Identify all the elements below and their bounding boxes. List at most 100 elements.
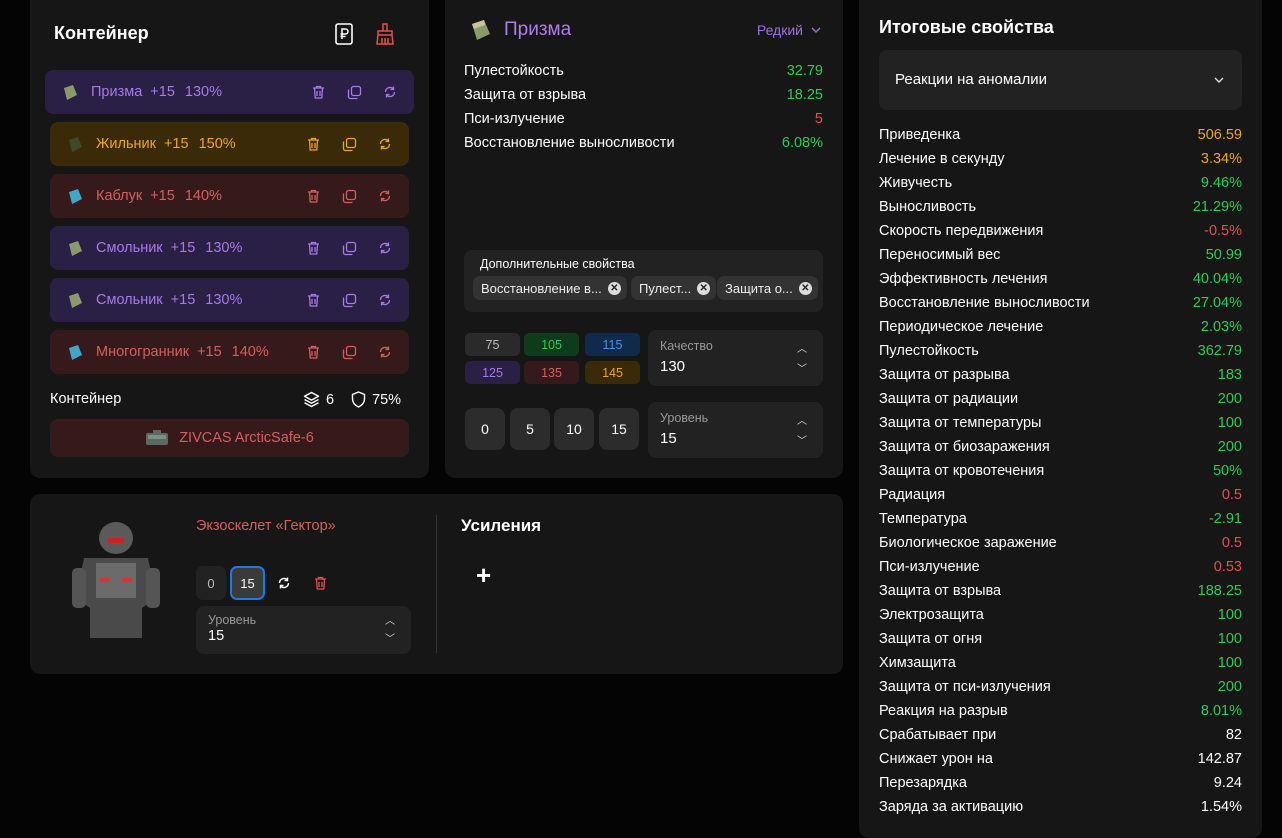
- quality-select[interactable]: Качество 130 ︿ ﹀: [648, 330, 823, 386]
- artifact-stat-row: Восстановление выносливости 6.08%: [464, 135, 823, 151]
- chevron-up-icon[interactable]: ︿: [797, 340, 807, 355]
- property-chip[interactable]: Восстановление в... ✕: [473, 276, 627, 300]
- artifact-quality: 140%: [231, 344, 269, 360]
- chevron-down-icon[interactable]: ﹀: [797, 360, 807, 375]
- total-properties-panel: Итоговые свойства Реакции на аномалии Пр…: [859, 0, 1262, 838]
- property-chip[interactable]: Защита о... ✕: [717, 276, 818, 300]
- quality-preset-button[interactable]: 125: [465, 361, 520, 384]
- total-property-row: Защита от радиации 200: [879, 391, 1242, 411]
- level-button[interactable]: 5: [510, 408, 550, 450]
- level-button[interactable]: 0: [465, 408, 505, 450]
- ruble-icon[interactable]: [332, 22, 356, 46]
- chevron-down-icon[interactable]: ﹀: [797, 432, 807, 447]
- property-value: 1.54%: [1200, 799, 1242, 815]
- trash-icon[interactable]: [303, 238, 323, 258]
- property-name: Защита от разрыва: [879, 367, 1010, 383]
- add-boost-button[interactable]: +: [476, 560, 491, 591]
- exo-level-select[interactable]: Уровень 15 ︿ ﹀: [196, 606, 411, 654]
- property-chip[interactable]: Пулест... ✕: [631, 276, 717, 300]
- total-property-row: Лечение в секунду 3.34%: [879, 151, 1242, 171]
- copy-icon[interactable]: [339, 290, 359, 310]
- quality-preset-button[interactable]: 145: [585, 361, 640, 384]
- total-property-row: Температура -2.91: [879, 511, 1242, 531]
- level-button[interactable]: 10: [554, 408, 594, 450]
- quality-preset-button[interactable]: 75: [465, 333, 520, 356]
- trash-icon[interactable]: [308, 82, 328, 102]
- property-value: 0.5: [1221, 487, 1242, 503]
- artifact-row[interactable]: Жильник +15 150%: [50, 122, 409, 166]
- refresh-icon[interactable]: [375, 134, 395, 154]
- stat-name: Пулестойкость: [464, 63, 564, 79]
- artifact-row[interactable]: Смольник +15 130%: [50, 278, 409, 322]
- anomaly-reactions-dropdown[interactable]: Реакции на аномалии: [879, 50, 1242, 110]
- refresh-icon[interactable]: [375, 290, 395, 310]
- total-title: Итоговые свойства: [879, 17, 1054, 37]
- exo-level-15-button[interactable]: 15: [230, 566, 265, 600]
- level-select[interactable]: Уровень 15 ︿ ﹀: [648, 402, 823, 458]
- rarity-dropdown[interactable]: Редкий: [757, 22, 821, 38]
- property-name: Срабатывает при: [879, 727, 997, 743]
- trash-icon[interactable]: [310, 566, 330, 600]
- slots-stat: 6: [303, 391, 334, 408]
- quality-preset-button[interactable]: 115: [585, 333, 640, 356]
- artifact-row[interactable]: Многогранник +15 140%: [50, 330, 409, 374]
- artifact-icon: [64, 237, 86, 259]
- layers-icon: [303, 391, 320, 408]
- refresh-icon[interactable]: [375, 342, 395, 362]
- artifact-row[interactable]: Призма +15 130%: [45, 70, 414, 114]
- quality-preset-button[interactable]: 105: [524, 333, 579, 356]
- property-name: Снижает урон на: [879, 751, 993, 767]
- refresh-icon[interactable]: [375, 238, 395, 258]
- container-title: Контейнер: [54, 23, 149, 43]
- property-name: Эффективность лечения: [879, 271, 1048, 287]
- property-name: Восстановление выносливости: [879, 295, 1090, 311]
- property-name: Биологическое заражение: [879, 535, 1057, 551]
- chevron-up-icon[interactable]: ︿: [385, 612, 395, 627]
- close-icon[interactable]: ✕: [697, 281, 711, 295]
- exoskeleton-panel: Экзоскелет «Гектор» 0 15 Уровень 15 ︿ ﹀ …: [30, 494, 843, 674]
- artifact-row[interactable]: Смольник +15 130%: [50, 226, 409, 270]
- chevron-down-icon[interactable]: ﹀: [385, 630, 395, 645]
- property-value: 100: [1217, 607, 1242, 623]
- refresh-icon[interactable]: [274, 566, 294, 600]
- total-property-row: Биологическое заражение 0.5: [879, 535, 1242, 555]
- stat-value: 6.08%: [781, 135, 823, 151]
- refresh-icon[interactable]: [380, 82, 400, 102]
- close-icon[interactable]: ✕: [607, 281, 621, 295]
- total-property-row: Защита от температуры 100: [879, 415, 1242, 435]
- total-property-row: Скорость передвижения -0.5%: [879, 223, 1242, 243]
- close-icon[interactable]: ✕: [798, 281, 812, 295]
- copy-icon[interactable]: [339, 342, 359, 362]
- property-name: Приведенка: [879, 127, 961, 143]
- level-button[interactable]: 15: [599, 408, 639, 450]
- property-value: 188.25: [1197, 583, 1242, 599]
- quality-preset-button[interactable]: 135: [524, 361, 579, 384]
- refresh-icon[interactable]: [375, 186, 395, 206]
- chevron-up-icon[interactable]: ︿: [797, 412, 807, 427]
- artifact-prism-icon: [472, 20, 490, 40]
- property-name: Радиация: [879, 487, 946, 503]
- artifact-icon: [64, 133, 86, 155]
- property-value: 200: [1217, 439, 1242, 455]
- trash-icon[interactable]: [303, 342, 323, 362]
- copy-icon[interactable]: [339, 238, 359, 258]
- artifact-quality: 130%: [205, 240, 243, 256]
- trash-icon[interactable]: [303, 290, 323, 310]
- artifact-name: Каблук: [96, 188, 143, 204]
- trash-icon[interactable]: [303, 134, 323, 154]
- container-panel: Контейнер Призма +15 130% Жильник +15 150% Каб…: [30, 0, 429, 478]
- artifact-row[interactable]: Каблук +15 140%: [50, 174, 409, 218]
- property-value: 3.34%: [1200, 151, 1242, 167]
- copy-icon[interactable]: [339, 134, 359, 154]
- broom-icon[interactable]: [373, 22, 397, 46]
- exo-level-0-button[interactable]: 0: [196, 566, 226, 600]
- property-name: Защита от огня: [879, 631, 983, 647]
- case-name: ZIVCAS ArcticSafe-6: [179, 430, 314, 446]
- container-case-button[interactable]: ZIVCAS ArcticSafe-6: [50, 419, 409, 457]
- copy-icon[interactable]: [339, 186, 359, 206]
- slots-value: 6: [326, 391, 335, 408]
- trash-icon[interactable]: [303, 186, 323, 206]
- copy-icon[interactable]: [344, 82, 364, 102]
- property-value: 100: [1217, 655, 1242, 671]
- stat-name: Восстановление выносливости: [464, 135, 675, 151]
